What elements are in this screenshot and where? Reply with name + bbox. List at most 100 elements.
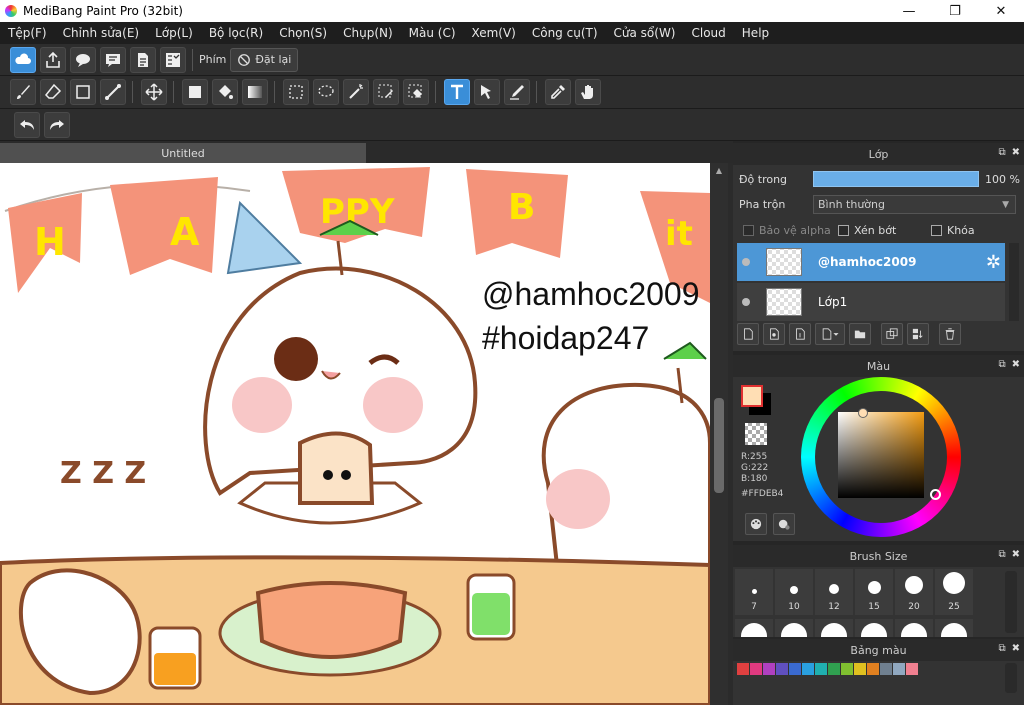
close-icon[interactable]: ✖ <box>1012 359 1020 370</box>
brush-size-option[interactable]: 15 <box>855 569 893 615</box>
select-eraser-tool[interactable] <box>403 79 429 105</box>
gear-icon[interactable]: ✲ <box>986 252 1001 273</box>
clip-checkbox[interactable]: Xén bớt <box>838 224 896 237</box>
lasso-tool[interactable] <box>313 79 339 105</box>
layer-row-selected[interactable]: @hamhoc2009 ✲ <box>737 243 1005 281</box>
new-folder-button[interactable] <box>849 323 871 345</box>
text-tool[interactable] <box>444 79 470 105</box>
palette-swatch[interactable] <box>815 663 827 675</box>
menu-filter[interactable]: Bộ lọc(R) <box>201 26 271 40</box>
brush-size-option[interactable] <box>855 619 893 637</box>
scroll-thumb[interactable] <box>714 398 724 493</box>
brush-size-option[interactable]: 20 <box>895 569 933 615</box>
move-tool[interactable] <box>141 79 167 105</box>
transparent-color-swatch[interactable] <box>745 423 767 445</box>
palette-swatch[interactable] <box>789 663 801 675</box>
operation-tool[interactable] <box>474 79 500 105</box>
menu-layer[interactable]: Lớp(L) <box>147 26 201 40</box>
close-icon[interactable]: ✖ <box>1012 147 1020 158</box>
saturation-value-square[interactable] <box>838 412 924 498</box>
new-1bit-layer-button[interactable] <box>789 323 811 345</box>
popout-icon[interactable]: ⧉ <box>998 147 1005 158</box>
palette-swatch[interactable] <box>828 663 840 675</box>
brush-size-option[interactable]: 12 <box>815 569 853 615</box>
delete-layer-button[interactable] <box>939 323 961 345</box>
palette-button[interactable] <box>745 513 767 535</box>
palette-swatch[interactable] <box>841 663 853 675</box>
hand-tool[interactable] <box>575 79 601 105</box>
brush-size-option[interactable]: 7 <box>735 569 773 615</box>
brush-size-option[interactable]: 10 <box>775 569 813 615</box>
palette-swatch[interactable] <box>893 663 905 675</box>
visibility-icon[interactable] <box>742 298 750 306</box>
new-halftone-layer-button[interactable] <box>763 323 785 345</box>
color-settings-button[interactable] <box>773 513 795 535</box>
layer-row[interactable]: Lớp1 <box>737 283 1005 321</box>
popout-icon[interactable]: ⧉ <box>998 549 1005 560</box>
brush-tool[interactable] <box>10 79 36 105</box>
brush-size-option[interactable] <box>895 619 933 637</box>
lock-checkbox[interactable]: Khóa <box>931 224 975 237</box>
message-button[interactable] <box>100 46 126 73</box>
duplicate-layer-button[interactable] <box>881 323 903 345</box>
hue-wheel[interactable] <box>801 377 961 537</box>
select-rect-tool[interactable] <box>283 79 309 105</box>
palette-swatch[interactable] <box>854 663 866 675</box>
layer-list-scrollbar[interactable] <box>1009 243 1019 321</box>
popout-icon[interactable]: ⧉ <box>998 359 1005 370</box>
document-button[interactable] <box>130 46 156 73</box>
menu-window[interactable]: Cửa sổ(W) <box>606 26 684 40</box>
canvas-vertical-scrollbar[interactable]: ▲ <box>710 163 728 705</box>
drawing-canvas[interactable]: H A PPY B it @hamhoc2009 #hoidap247 Z Z … <box>0 163 710 705</box>
blur-tool[interactable] <box>504 79 530 105</box>
close-button[interactable]: ✕ <box>978 0 1024 22</box>
blend-mode-select[interactable]: Bình thường ▼ <box>813 195 1016 214</box>
menu-view[interactable]: Xem(V) <box>464 26 524 40</box>
scroll-up-arrow[interactable]: ▲ <box>714 167 724 175</box>
add-layer-menu-button[interactable] <box>815 323 845 345</box>
minimize-button[interactable]: — <box>886 0 932 22</box>
popout-icon[interactable]: ⧉ <box>998 643 1005 654</box>
menu-tools[interactable]: Công cụ(T) <box>524 26 606 40</box>
line-tool[interactable] <box>100 79 126 105</box>
share-button[interactable] <box>40 46 66 73</box>
select-pen-tool[interactable] <box>373 79 399 105</box>
palette-swatch[interactable] <box>750 663 762 675</box>
checklist-button[interactable] <box>160 46 186 73</box>
undo-button[interactable] <box>14 111 40 138</box>
menu-cloud[interactable]: Cloud <box>684 26 734 40</box>
new-layer-button[interactable] <box>737 323 759 345</box>
reset-button[interactable]: Đặt lại <box>230 47 299 72</box>
hue-picker-handle[interactable] <box>930 489 941 500</box>
brush-size-option[interactable] <box>735 619 773 637</box>
brush-size-option[interactable] <box>815 619 853 637</box>
menu-select[interactable]: Chọn(S) <box>271 26 335 40</box>
palette-swatch[interactable] <box>802 663 814 675</box>
opacity-slider[interactable] <box>813 171 979 187</box>
merge-layer-button[interactable] <box>907 323 929 345</box>
brush-size-scrollbar[interactable] <box>1005 571 1017 633</box>
brush-size-option[interactable] <box>775 619 813 637</box>
palette-swatch[interactable] <box>763 663 775 675</box>
protect-alpha-checkbox[interactable]: Bảo vệ alpha <box>743 224 831 237</box>
shape-tool[interactable] <box>70 79 96 105</box>
brush-size-option[interactable]: 25 <box>935 569 973 615</box>
gradient-tool[interactable] <box>242 79 268 105</box>
menu-edit[interactable]: Chỉnh sửa(E) <box>55 26 148 40</box>
palette-scrollbar[interactable] <box>1005 663 1017 693</box>
menu-snap[interactable]: Chụp(N) <box>335 26 401 40</box>
brush-size-option[interactable] <box>935 619 973 637</box>
close-icon[interactable]: ✖ <box>1012 643 1020 654</box>
palette-swatch[interactable] <box>867 663 879 675</box>
eyedropper-tool[interactable] <box>545 79 571 105</box>
sv-picker-handle[interactable] <box>858 408 868 418</box>
palette-swatch[interactable] <box>880 663 892 675</box>
bucket-tool[interactable] <box>212 79 238 105</box>
fill-rect-tool[interactable] <box>182 79 208 105</box>
menu-file[interactable]: Tệp(F) <box>0 26 55 40</box>
palette-swatch[interactable] <box>776 663 788 675</box>
close-icon[interactable]: ✖ <box>1012 549 1020 560</box>
tab-untitled[interactable]: Untitled <box>0 143 366 163</box>
menu-color[interactable]: Màu (C) <box>401 26 464 40</box>
redo-button[interactable] <box>44 111 70 138</box>
